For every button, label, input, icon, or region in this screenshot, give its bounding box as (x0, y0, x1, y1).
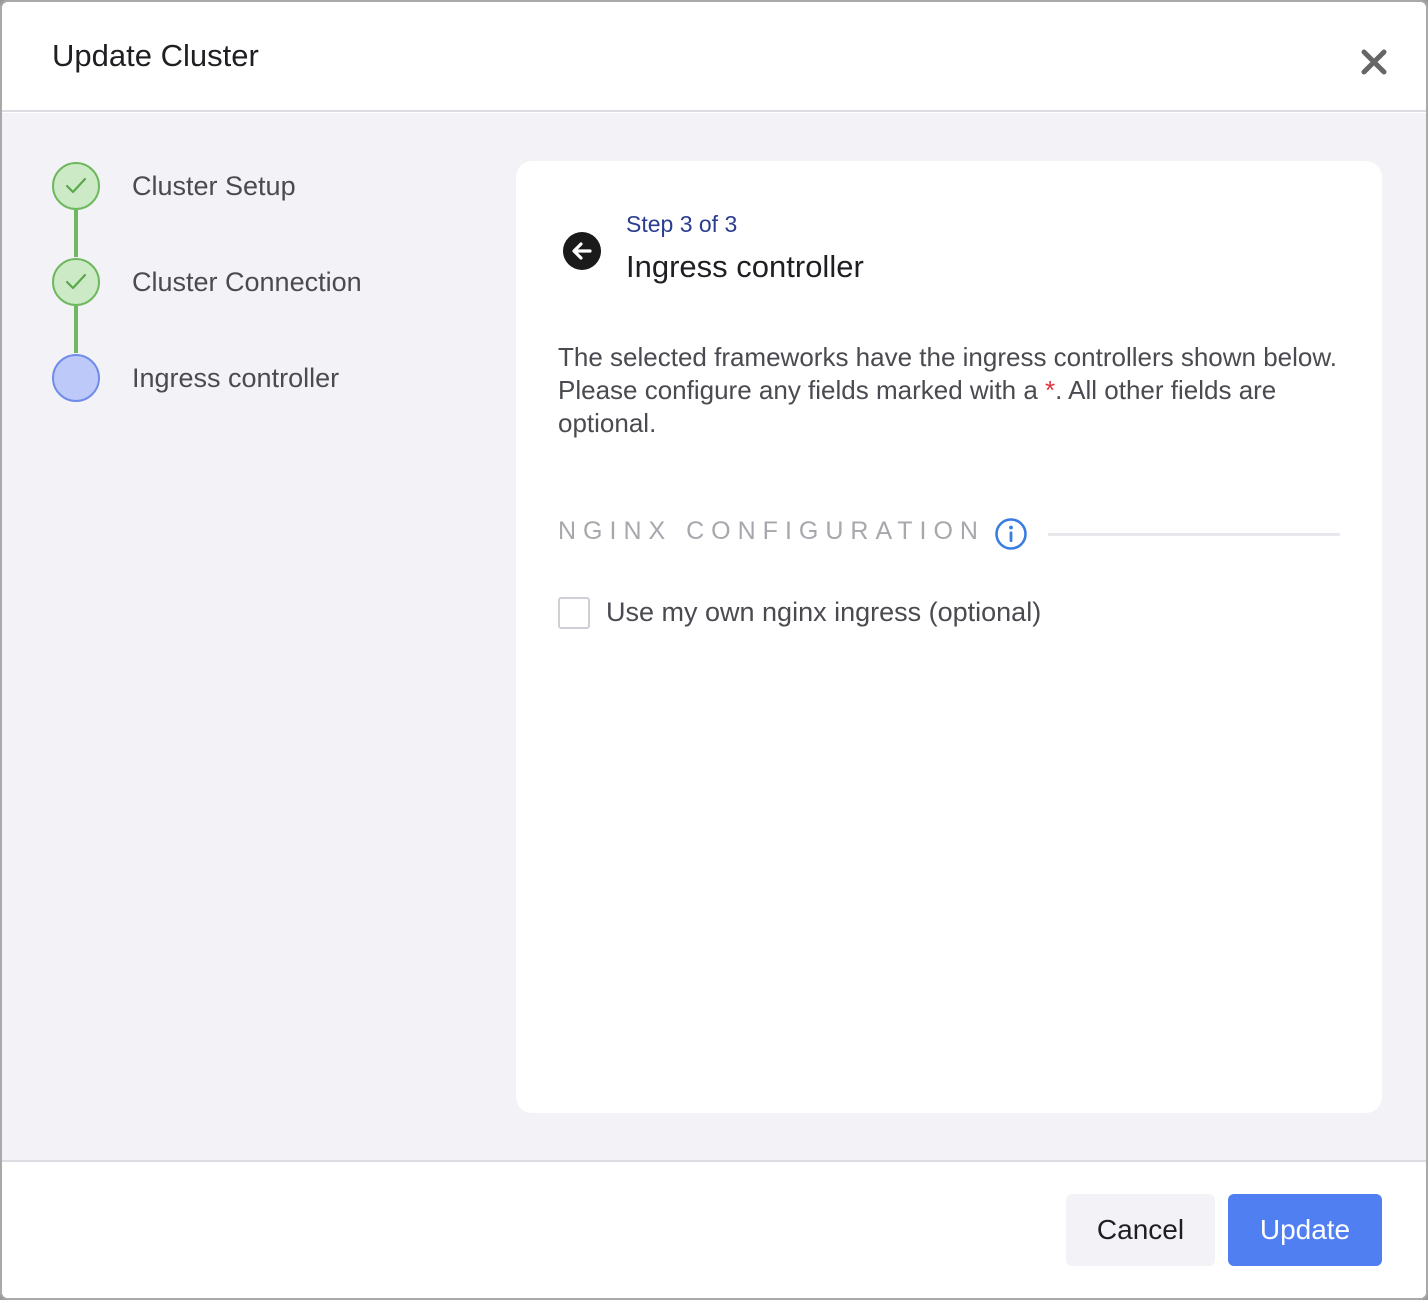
step-complete-indicator (52, 258, 100, 306)
cancel-button[interactable]: Cancel (1066, 1194, 1215, 1266)
own-nginx-checkbox[interactable] (558, 597, 590, 629)
back-button[interactable] (562, 231, 602, 271)
update-cluster-dialog: Update Cluster Cluster Setup Cluster Con (0, 0, 1428, 1300)
step-content-card: Step 3 of 3 Ingress controller The selec… (516, 161, 1382, 1113)
step-label-ingress-controller: Ingress controller (132, 363, 340, 393)
step-current-indicator (52, 354, 100, 402)
section-title-nginx: NGINX CONFIGURATION (558, 517, 985, 545)
own-nginx-checkbox-label[interactable]: Use my own nginx ingress (optional) (606, 597, 1041, 628)
wizard-stepper: Cluster Setup Cluster Connection Ingress… (2, 113, 482, 513)
step-description: The selected frameworks have the ingress… (558, 341, 1348, 440)
step-complete-indicator (52, 162, 100, 210)
dialog-header: Update Cluster (2, 2, 1426, 112)
step-label-cluster-setup[interactable]: Cluster Setup (132, 171, 296, 202)
step-connector (74, 209, 78, 257)
step-label-cluster-connection[interactable]: Cluster Connection (132, 267, 362, 298)
update-button[interactable]: Update (1228, 1194, 1382, 1266)
dialog-footer: Cancel Update (2, 1160, 1426, 1298)
info-button[interactable] (994, 517, 1028, 551)
section-divider (1048, 533, 1340, 536)
close-icon (1361, 49, 1387, 75)
required-marker: * (1045, 375, 1056, 405)
check-icon (65, 273, 87, 290)
info-icon (995, 518, 1027, 550)
close-button[interactable] (1354, 42, 1394, 82)
step-connector (74, 305, 78, 353)
dialog-title: Update Cluster (52, 38, 259, 73)
arrow-left-icon (563, 232, 601, 270)
check-icon (65, 177, 87, 194)
dialog-body: Cluster Setup Cluster Connection Ingress… (2, 113, 1426, 1160)
step-counter: Step 3 of 3 (626, 211, 738, 237)
step-title: Ingress controller (626, 249, 864, 284)
